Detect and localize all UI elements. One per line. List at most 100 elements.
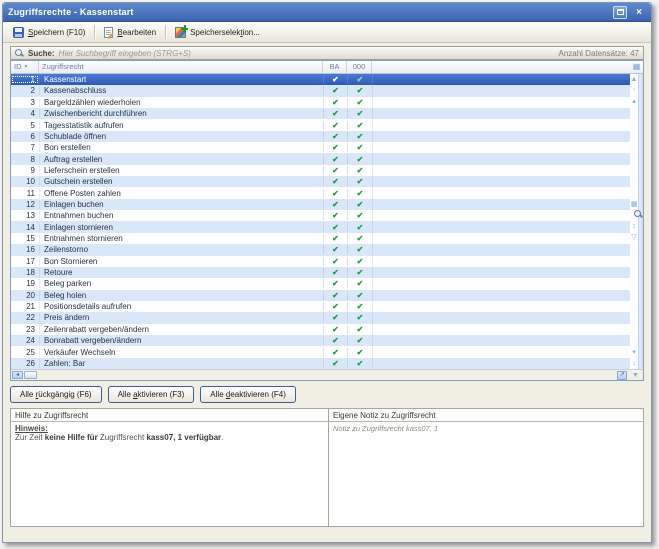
table-row[interactable]: 6 Schublade öffnen ✔ ✔ [11,131,630,142]
table-row[interactable]: 14 Einlagen stornieren ✔ ✔ [11,221,630,232]
column-header-id[interactable]: ID ▼ [11,61,39,73]
000-checkmark-icon[interactable]: ✔ [347,325,372,334]
000-checkmark-icon[interactable]: ✔ [347,348,372,357]
table-row[interactable]: 8 Auftrag erstellen ✔ ✔ [11,153,630,164]
table-row[interactable]: 4 Zwischenbericht durchführen ✔ ✔ [11,108,630,119]
ba-checkmark-icon[interactable]: ✔ [323,200,347,209]
memory-selection-button[interactable]: Speicherselektion... [169,24,266,41]
000-checkmark-icon[interactable]: ✔ [347,211,372,220]
undo-all-button[interactable]: Alle rückgängig (F6) [10,386,102,403]
table-row[interactable]: 16 Zeilenstorno ✔ ✔ [11,244,630,255]
row-down-icon[interactable]: ▾ [632,347,636,358]
000-checkmark-icon[interactable]: ✔ [347,143,372,152]
table-row[interactable]: 9 Lieferschein erstellen ✔ ✔ [11,165,630,176]
table-row[interactable]: 12 Einlagen buchen ✔ ✔ [11,199,630,210]
save-button[interactable]: Speichern (F10) [7,24,91,41]
edit-button[interactable]: Bearbeiten [98,24,162,41]
column-header-zugriffsrecht[interactable]: Zugriffsrecht [39,61,323,73]
000-checkmark-icon[interactable]: ✔ [347,86,372,95]
000-checkmark-icon[interactable]: ✔ [347,177,372,186]
scroll-bottom-icon[interactable]: ▼ [629,372,642,379]
grid-sort-icon[interactable]: ↕ [632,221,636,232]
ba-checkmark-icon[interactable]: ✔ [323,336,347,345]
000-checkmark-icon[interactable]: ✔ [347,268,372,277]
000-checkmark-icon[interactable]: ✔ [347,98,372,107]
ba-checkmark-icon[interactable]: ✔ [323,291,347,300]
vertical-scrollbar[interactable] [638,74,643,369]
000-checkmark-icon[interactable]: ✔ [347,257,372,266]
scroll-down-icon[interactable]: ↓ [632,358,636,369]
table-row[interactable]: 1 Kassenstart ✔ ✔ [11,74,630,85]
ba-checkmark-icon[interactable]: ✔ [323,245,347,254]
column-chooser-icon[interactable]: ▦ [630,61,643,73]
000-checkmark-icon[interactable]: ✔ [347,166,372,175]
table-row[interactable]: 5 Tagesstatistik aufrufen ✔ ✔ [11,119,630,130]
grid-columns-icon[interactable]: ▦ [631,199,638,210]
000-checkmark-icon[interactable]: ✔ [347,302,372,311]
000-checkmark-icon[interactable]: ✔ [347,336,372,345]
search-input[interactable]: Hier Suchbegriff eingeben (STRG+S) [59,49,555,58]
table-row[interactable]: 19 Beleg parken ✔ ✔ [11,278,630,289]
ba-checkmark-icon[interactable]: ✔ [323,177,347,186]
000-checkmark-icon[interactable]: ✔ [347,313,372,322]
column-header-000[interactable]: 000 [347,61,372,73]
ba-checkmark-icon[interactable]: ✔ [323,359,347,368]
table-row[interactable]: 17 Bon Stornieren ✔ ✔ [11,256,630,267]
table-row[interactable]: 15 Entnahmen stornieren ✔ ✔ [11,233,630,244]
000-checkmark-icon[interactable]: ✔ [347,189,372,198]
table-row[interactable]: 25 Verkäufer Wechseln ✔ ✔ [11,346,630,357]
ba-checkmark-icon[interactable]: ✔ [323,143,347,152]
table-row[interactable]: 10 Gutschein erstellen ✔ ✔ [11,176,630,187]
ba-checkmark-icon[interactable]: ✔ [323,313,347,322]
table-row[interactable]: 13 Entnahmen buchen ✔ ✔ [11,210,630,221]
scroll-top-icon[interactable]: ▲ [631,74,638,85]
column-header-ba[interactable]: BA [323,61,347,73]
ba-checkmark-icon[interactable]: ✔ [323,75,347,84]
000-checkmark-icon[interactable]: ✔ [347,121,372,130]
activate-all-button[interactable]: Alle aktivieren (F3) [108,386,195,403]
ba-checkmark-icon[interactable]: ✔ [323,189,347,198]
table-row[interactable]: 3 Bargeldzählen wiederholen ✔ ✔ [11,97,630,108]
grid-filter-icon[interactable]: ▽ [631,232,636,243]
000-checkmark-icon[interactable]: ✔ [347,132,372,141]
000-checkmark-icon[interactable]: ✔ [347,279,372,288]
ba-checkmark-icon[interactable]: ✔ [323,325,347,334]
table-row[interactable]: 11 Offene Posten zahlen ✔ ✔ [11,187,630,198]
ba-checkmark-icon[interactable]: ✔ [323,211,347,220]
000-checkmark-icon[interactable]: ✔ [347,234,372,243]
000-checkmark-icon[interactable]: ✔ [347,359,372,368]
table-row[interactable]: 24 Bonrabatt vergeben/ändern ✔ ✔ [11,335,630,346]
ba-checkmark-icon[interactable]: ✔ [323,86,347,95]
ba-checkmark-icon[interactable]: ✔ [323,279,347,288]
000-checkmark-icon[interactable]: ✔ [347,155,372,164]
table-row[interactable]: 22 Preis ändern ✔ ✔ [11,312,630,323]
000-checkmark-icon[interactable]: ✔ [347,245,372,254]
restore-button[interactable] [613,6,627,19]
table-row[interactable]: 21 Positionsdetails aufrufen ✔ ✔ [11,301,630,312]
ba-checkmark-icon[interactable]: ✔ [323,132,347,141]
000-checkmark-icon[interactable]: ✔ [347,223,372,232]
ba-checkmark-icon[interactable]: ✔ [323,98,347,107]
000-checkmark-icon[interactable]: ✔ [347,291,372,300]
ba-checkmark-icon[interactable]: ✔ [323,121,347,130]
table-row[interactable]: 26 Zahlen: Bar ✔ ✔ [11,358,630,369]
title-bar[interactable]: Zugriffsrechte - Kassenstart × [3,3,651,22]
close-button[interactable]: × [632,6,646,19]
table-row[interactable]: 2 Kassenabschluss ✔ ✔ [11,85,630,96]
table-row[interactable]: 7 Bon erstellen ✔ ✔ [11,142,630,153]
deactivate-all-button[interactable]: Alle deaktivieren (F4) [200,386,296,403]
ba-checkmark-icon[interactable]: ✔ [323,234,347,243]
ba-checkmark-icon[interactable]: ✔ [323,268,347,277]
note-panel-body[interactable]: Notiz zu Zugriffsrecht kass07, 1 [329,422,643,526]
table-row[interactable]: 20 Beleg holen ✔ ✔ [11,290,630,301]
ba-checkmark-icon[interactable]: ✔ [323,155,347,164]
ba-checkmark-icon[interactable]: ✔ [323,348,347,357]
ba-checkmark-icon[interactable]: ✔ [323,223,347,232]
row-up-icon[interactable]: ▴ [632,96,636,107]
hscroll-thumb[interactable] [24,371,37,379]
ba-checkmark-icon[interactable]: ✔ [323,109,347,118]
table-row[interactable]: 23 Zeilenrabatt vergeben/ändern ✔ ✔ [11,324,630,335]
ba-checkmark-icon[interactable]: ✔ [323,257,347,266]
scroll-up-icon[interactable]: ↑ [632,85,636,96]
ba-checkmark-icon[interactable]: ✔ [323,302,347,311]
